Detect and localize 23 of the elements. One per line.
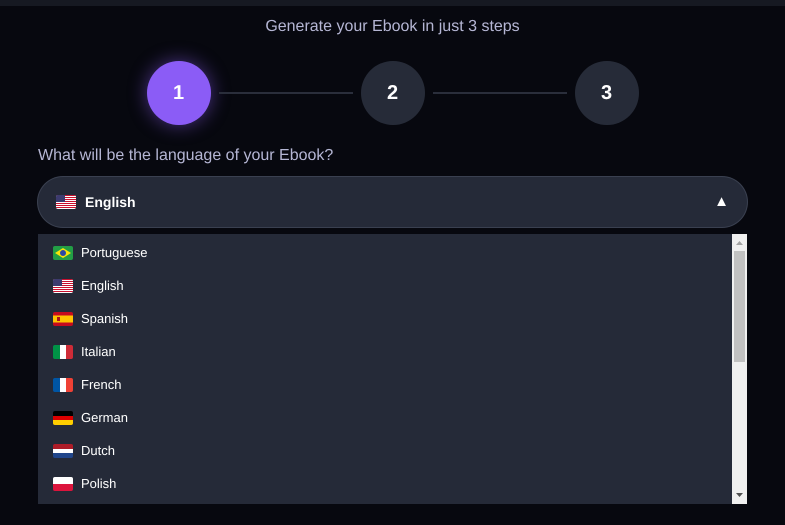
language-option[interactable]: Spanish <box>38 302 732 335</box>
language-option[interactable]: French <box>38 368 732 401</box>
flag-icon <box>53 246 73 260</box>
language-option[interactable]: Italian <box>38 335 732 368</box>
language-option[interactable]: Dutch <box>38 434 732 467</box>
flag-icon <box>53 476 73 490</box>
flag-icon <box>53 344 73 358</box>
page-heading: Generate your Ebook in just 3 steps <box>265 17 520 37</box>
scrollbar-drawing[interactable] <box>732 234 747 504</box>
language-select[interactable]: English ▲ <box>38 177 747 227</box>
flag-icon <box>53 278 73 292</box>
flag-icon <box>53 410 73 424</box>
selected-language: English <box>85 192 136 212</box>
question-label: What will be the language of your Ebook? <box>38 146 334 166</box>
language-option[interactable]: German <box>38 401 732 434</box>
flag-icon <box>53 378 73 392</box>
language-option[interactable]: Portuguese <box>38 236 732 269</box>
flag-icon <box>53 312 73 326</box>
flag-icon <box>53 444 73 458</box>
language-option[interactable]: Polish <box>38 467 732 500</box>
toggle-arrow: ▲ <box>714 192 729 212</box>
flag-icon <box>56 195 76 209</box>
language-option[interactable]: English <box>38 269 732 302</box>
